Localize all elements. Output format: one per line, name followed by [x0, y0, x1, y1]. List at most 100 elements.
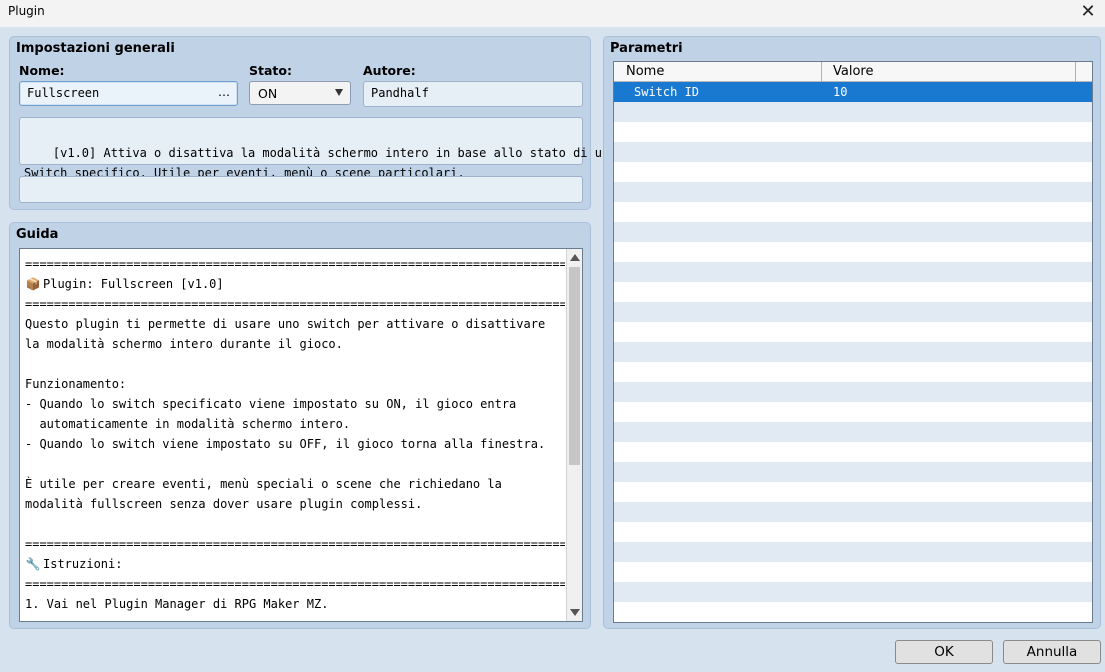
general-settings-title: Impostazioni generali [16, 41, 175, 56]
guide-line [25, 514, 565, 534]
empty-table-row[interactable] [614, 542, 1092, 562]
guide-title: Guida [16, 227, 59, 242]
empty-table-row[interactable] [614, 462, 1092, 482]
guide-line: Questo plugin ti permette di usare uno s… [25, 314, 565, 334]
description-text: [v1.0] Attiva o disattiva la modalità sc… [24, 146, 616, 180]
guide-panel: Guida ==================================… [9, 222, 591, 629]
guide-line-text: 1. Vai nel Plugin Manager di RPG Maker M… [25, 597, 329, 611]
parameters-table[interactable]: Nome Valore Switch ID 10 [613, 61, 1093, 623]
browse-button[interactable]: … [218, 85, 230, 99]
guide-line-text: È utile per creare eventi, menù speciali… [25, 477, 502, 491]
empty-table-row[interactable] [614, 382, 1092, 402]
empty-table-row[interactable] [614, 242, 1092, 262]
name-field[interactable]: Fullscreen … [19, 81, 238, 106]
empty-table-row[interactable] [614, 302, 1092, 322]
empty-table-row[interactable] [614, 442, 1092, 462]
empty-table-row[interactable] [614, 562, 1092, 582]
table-header: Nome Valore [614, 62, 1092, 82]
guide-line: 🔧 Istruzioni: [25, 554, 565, 574]
guide-line-text: ========================================… [25, 297, 565, 311]
description-field[interactable]: [v1.0] Attiva o disattiva la modalità sc… [19, 117, 616, 180]
package-icon: 📦 [25, 277, 41, 291]
name-value: Fullscreen [27, 86, 100, 100]
param-value-cell: 10 [833, 85, 848, 99]
table-row[interactable]: Switch ID 10 [614, 82, 1092, 102]
wrench-icon: 🔧 [25, 557, 41, 571]
guide-line-text: modalità fullscreen senza dover usare pl… [25, 497, 423, 511]
extra-field[interactable] [19, 176, 583, 203]
guide-line: 📦 Plugin: Fullscreen [v1.0] [25, 274, 565, 294]
empty-table-row[interactable] [614, 162, 1092, 182]
guide-line-text: Istruzioni: [43, 557, 123, 571]
guide-line-text: Funzionamento: [25, 377, 127, 391]
guide-line: ========================================… [25, 534, 565, 554]
scroll-up-icon[interactable] [570, 254, 580, 261]
empty-table-row[interactable] [614, 282, 1092, 302]
guide-line: - Quando lo switch specificato viene imp… [25, 394, 565, 414]
guide-line-text: automaticamente in modalità schermo inte… [25, 417, 351, 431]
guide-line-text: - Quando lo switch specificato viene imp… [25, 397, 517, 411]
guide-line [25, 454, 565, 474]
empty-table-row[interactable] [614, 322, 1092, 342]
empty-table-row[interactable] [614, 122, 1092, 142]
scroll-down-icon[interactable] [570, 609, 580, 616]
author-field[interactable]: Pandhalf [363, 81, 583, 107]
title-bar: Plugin ✕ [0, 0, 1105, 27]
chevron-down-icon [335, 89, 343, 96]
empty-table-row[interactable] [614, 582, 1092, 602]
guide-text-area[interactable]: ========================================… [19, 248, 583, 622]
window-title: Plugin [8, 4, 45, 18]
guide-line: ========================================… [25, 294, 565, 314]
status-dropdown[interactable]: ON [249, 81, 351, 105]
guide-content: ========================================… [25, 254, 565, 614]
empty-table-row[interactable] [614, 222, 1092, 242]
parameters-title: Parametri [610, 41, 683, 56]
guide-line-text: ========================================… [25, 257, 565, 271]
guide-line: È utile per creare eventi, menù speciali… [25, 474, 565, 494]
guide-line: modalità fullscreen senza dover usare pl… [25, 494, 565, 514]
empty-table-row[interactable] [614, 402, 1092, 422]
empty-table-row[interactable] [614, 502, 1092, 522]
guide-line: 1. Vai nel Plugin Manager di RPG Maker M… [25, 594, 565, 614]
vertical-scrollbar[interactable] [566, 249, 582, 621]
guide-line: la modalità schermo intero durante il gi… [25, 334, 565, 354]
author-value: Pandhalf [371, 86, 429, 100]
empty-table-row[interactable] [614, 422, 1092, 442]
name-label: Nome: [19, 63, 65, 78]
empty-table-row[interactable] [614, 362, 1092, 382]
guide-line-text: ========================================… [25, 537, 565, 551]
scroll-thumb[interactable] [569, 267, 580, 465]
status-label: Stato: [249, 63, 292, 78]
column-divider[interactable] [821, 62, 822, 82]
empty-table-row[interactable] [614, 482, 1092, 502]
empty-table-row[interactable] [614, 182, 1092, 202]
param-name-cell: Switch ID [634, 85, 700, 99]
empty-table-row[interactable] [614, 342, 1092, 362]
table-rows: Switch ID 10 [614, 82, 1092, 622]
guide-line: Funzionamento: [25, 374, 565, 394]
empty-table-row[interactable] [614, 522, 1092, 542]
empty-table-row[interactable] [614, 142, 1092, 162]
guide-line-text: - Quando lo switch viene impostato su OF… [25, 437, 546, 451]
status-value: ON [258, 86, 278, 101]
guide-line: - Quando lo switch viene impostato su OF… [25, 434, 565, 454]
close-icon[interactable]: ✕ [1071, 0, 1105, 26]
column-header-name[interactable]: Nome [626, 64, 664, 79]
empty-table-row[interactable] [614, 202, 1092, 222]
empty-table-row[interactable] [614, 262, 1092, 282]
author-label: Autore: [363, 63, 416, 78]
guide-line-text: ========================================… [25, 577, 565, 591]
guide-line-text: Plugin: Fullscreen [v1.0] [43, 277, 224, 291]
cancel-button[interactable]: Annulla [1003, 640, 1101, 664]
empty-table-row[interactable] [614, 602, 1092, 622]
guide-line-text: la modalità schermo intero durante il gi… [25, 337, 343, 351]
column-divider[interactable] [1075, 62, 1076, 82]
general-settings-panel: Impostazioni generali Nome: Fullscreen …… [9, 36, 616, 210]
guide-line: automaticamente in modalità schermo inte… [25, 414, 565, 434]
guide-line-text: Questo plugin ti permette di usare uno s… [25, 317, 546, 331]
ok-button[interactable]: OK [895, 640, 993, 664]
empty-table-row[interactable] [614, 102, 1092, 122]
parameters-panel: Parametri Nome Valore Switch ID 10 [603, 36, 1101, 629]
guide-line: ========================================… [25, 574, 565, 594]
column-header-value[interactable]: Valore [833, 64, 873, 79]
